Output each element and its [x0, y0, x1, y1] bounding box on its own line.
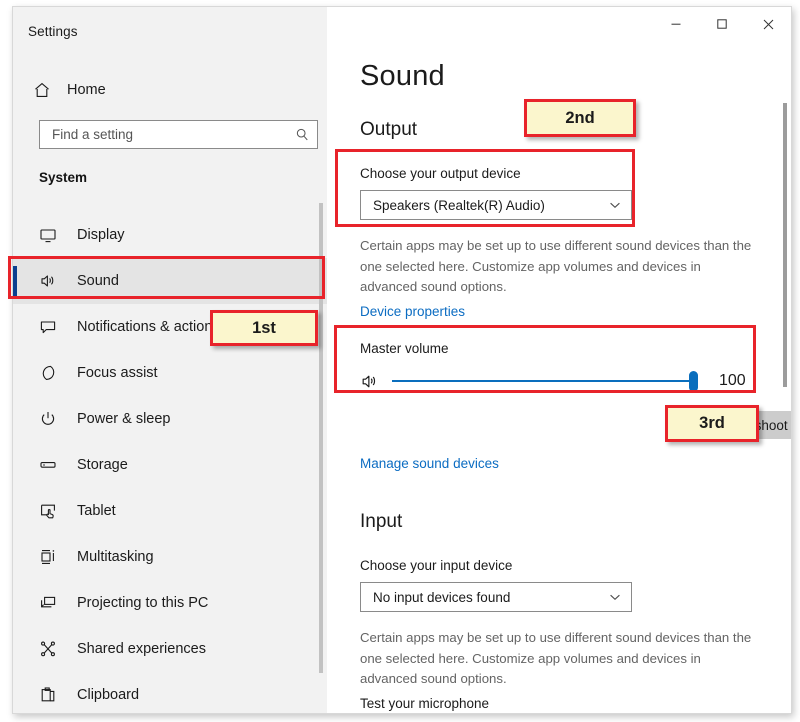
volume-track-fill	[392, 380, 698, 382]
clipboard-icon	[39, 686, 69, 704]
search-box[interactable]	[39, 120, 318, 149]
sidebar-item-multitasking-label: Multitasking	[77, 549, 154, 565]
monitor-icon	[39, 226, 69, 244]
main-scrollbar[interactable]	[783, 103, 787, 387]
share-icon	[39, 640, 69, 658]
output-device-value: Speakers (Realtek(R) Audio)	[373, 197, 545, 213]
comment-icon	[39, 318, 69, 336]
sidebar-item-power-sleep-label: Power & sleep	[77, 411, 171, 427]
test-microphone-label: Test your microphone	[360, 696, 490, 711]
moon-icon	[39, 364, 69, 382]
sidebar-item-display-label: Display	[77, 227, 125, 243]
sidebar-item-storage-label: Storage	[77, 457, 128, 473]
sidebar-item-projecting[interactable]: Projecting to this PC	[13, 580, 327, 626]
sidebar-item-shared-experiences[interactable]: Shared experiences	[13, 626, 327, 672]
warning-triangle-icon	[686, 418, 701, 433]
sidebar-item-multitasking[interactable]: Multitasking	[13, 534, 327, 580]
input-section-heading: Input	[360, 511, 403, 532]
speaker-icon[interactable]	[360, 372, 388, 391]
sidebar: Settings Home Find a setting System Disp…	[13, 7, 327, 713]
sidebar-item-home[interactable]: Home	[19, 73, 319, 107]
sidebar-item-notifications-label: Notifications & actions	[77, 319, 220, 335]
sidebar-scrollbar[interactable]	[319, 203, 323, 673]
close-button[interactable]	[745, 7, 791, 41]
input-device-label: Choose your input device	[360, 558, 513, 573]
sidebar-item-tablet[interactable]: Tablet	[13, 488, 327, 534]
search-input[interactable]	[40, 121, 288, 148]
master-volume-value: 100	[719, 372, 746, 389]
sidebar-item-projecting-label: Projecting to this PC	[77, 595, 209, 611]
chevron-down-icon	[608, 590, 622, 604]
tablet-icon	[39, 502, 69, 520]
sidebar-nav-list: Display Sound Notifications & actions Fo…	[13, 212, 327, 713]
sidebar-item-storage[interactable]: Storage	[13, 442, 327, 488]
device-properties-link[interactable]: Device properties	[360, 304, 465, 319]
home-icon	[33, 81, 63, 99]
sidebar-item-clipboard-label: Clipboard	[77, 687, 140, 703]
window-controls	[653, 7, 791, 41]
minimize-button[interactable]	[653, 7, 699, 41]
sidebar-item-sound-label: Sound	[77, 273, 119, 289]
troubleshoot-button-label: Troubleshoot	[709, 417, 788, 433]
volume-track[interactable]	[392, 365, 698, 397]
project-icon	[39, 594, 69, 612]
chevron-down-icon	[608, 198, 622, 212]
drive-icon	[39, 456, 69, 474]
sidebar-item-tablet-label: Tablet	[77, 503, 116, 519]
main-content: Sound Output Choose your output device S…	[327, 7, 791, 713]
manage-sound-devices-link[interactable]: Manage sound devices	[360, 456, 499, 471]
speaker-icon	[39, 272, 69, 290]
settings-window: Settings Home Find a setting System Disp…	[12, 6, 792, 714]
master-volume-slider[interactable]	[360, 365, 770, 397]
input-device-select[interactable]: No input devices found	[360, 582, 632, 612]
app-title: Settings	[28, 24, 78, 39]
sidebar-item-sound[interactable]: Sound	[13, 258, 327, 304]
sidebar-group-title: System	[39, 170, 88, 185]
sidebar-item-shared-experiences-label: Shared experiences	[77, 641, 206, 657]
sidebar-item-clipboard[interactable]: Clipboard	[13, 672, 327, 713]
sidebar-item-display[interactable]: Display	[13, 212, 327, 258]
power-icon	[39, 410, 69, 428]
troubleshoot-button[interactable]: Troubleshoot	[671, 411, 791, 439]
master-volume-label: Master volume	[360, 341, 449, 356]
output-description: Certain apps may be set up to use differ…	[360, 238, 752, 294]
multitasking-icon	[39, 548, 69, 566]
maximize-button[interactable]	[699, 7, 745, 41]
search-icon[interactable]	[287, 127, 317, 142]
output-section-heading: Output	[360, 119, 418, 140]
sidebar-item-notifications[interactable]: Notifications & actions	[13, 304, 327, 350]
sidebar-item-focus-assist-label: Focus assist	[77, 365, 158, 381]
sidebar-item-focus-assist[interactable]: Focus assist	[13, 350, 327, 396]
input-device-value: No input devices found	[373, 589, 511, 605]
output-device-select[interactable]: Speakers (Realtek(R) Audio)	[360, 190, 632, 220]
input-description: Certain apps may be set up to use differ…	[360, 630, 752, 686]
sidebar-item-power-sleep[interactable]: Power & sleep	[13, 396, 327, 442]
output-device-label: Choose your output device	[360, 166, 521, 181]
page-title: Sound	[360, 60, 445, 92]
volume-thumb[interactable]	[689, 371, 698, 392]
sidebar-item-home-label: Home	[67, 82, 106, 98]
screenshot-root: Settings Home Find a setting System Disp…	[0, 0, 800, 722]
